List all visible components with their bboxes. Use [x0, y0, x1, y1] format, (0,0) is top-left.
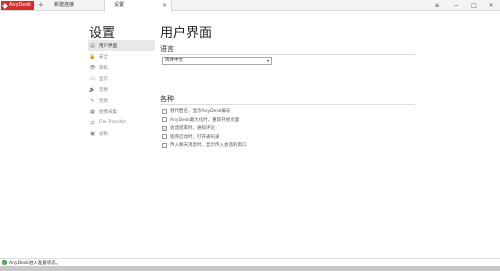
nav-item-label: File Transfer	[99, 120, 127, 125]
divider	[160, 54, 415, 55]
tab-close-icon[interactable]: ×	[162, 0, 167, 11]
nav-item-label: 安全	[99, 54, 108, 60]
taskbar	[0, 266, 500, 271]
nav-item-recording[interactable]: ▣ 录制	[88, 128, 155, 139]
language-select-value: 简体中文	[165, 58, 183, 63]
nav-item-audio[interactable]: 🔊 音频	[88, 84, 155, 95]
list-icon: ▤	[90, 42, 95, 49]
anydesk-logo-icon	[2, 2, 8, 9]
option-show-id[interactable]: 替代匿名，显示AnyDesk编号	[162, 107, 247, 116]
nav-item-file-transfer[interactable]: ⇄ File Transfer	[88, 117, 155, 128]
pencil-icon: ✎	[90, 97, 95, 104]
nav-item-label: 连接	[99, 98, 108, 104]
new-tab-plus-icon[interactable]: +	[38, 0, 44, 11]
options-list: 替代匿名，显示AnyDesk编号 AnyDesk最大化时，重新开始页面 ✓ 会话…	[162, 107, 247, 150]
option-open-addressbook[interactable]: 程序启动时，打开通讯录	[162, 133, 247, 142]
window-close-icon[interactable]: ×	[484, 0, 498, 11]
nav-item-label: 图像采集	[99, 109, 117, 115]
app-name: AnyDesk	[9, 2, 31, 8]
checkbox[interactable]	[162, 142, 167, 148]
record-icon: ▣	[90, 130, 95, 137]
chevron-down-icon: ▾	[266, 58, 269, 63]
status-text: AnyDesk进入准备状态。	[9, 260, 61, 266]
speaker-icon: 🔊	[89, 86, 96, 93]
minimize-icon[interactable]: −	[449, 0, 463, 11]
nav-item-label: 录制	[99, 131, 108, 137]
checkbox[interactable]	[162, 134, 167, 140]
nav-item-user-interface[interactable]: ▤ 用户界面	[88, 40, 155, 51]
app-tab-anydesk[interactable]: AnyDesk	[1, 1, 34, 10]
nav-item-privacy[interactable]: 👁 隐私	[88, 62, 155, 73]
nav-item-label: 用户界面	[99, 43, 117, 49]
title-bar: AnyDesk + 新建连接 设置 × ≡ − □ ×	[0, 0, 500, 12]
option-label: 会话结束时，通知评论	[170, 126, 215, 132]
language-section-label: 语言	[160, 45, 174, 53]
nav-item-image-capture[interactable]: ▦ 图像采集	[88, 106, 155, 117]
option-label: 程序启动时，打开通讯录	[170, 134, 220, 140]
nav-item-display[interactable]: ▭ 显示	[88, 73, 155, 84]
maximize-icon[interactable]: □	[467, 0, 481, 11]
nav-item-label: 隐私	[99, 65, 108, 71]
check-circle-icon: ✓	[2, 260, 7, 265]
option-notify-review[interactable]: ✓ 会话结束时，通知评论	[162, 124, 247, 133]
language-select[interactable]: 简体中文 ▾	[162, 57, 272, 65]
nav-item-security[interactable]: 🔒 安全	[88, 51, 155, 62]
lock-icon: 🔒	[89, 53, 96, 60]
checkbox-checked[interactable]: ✓	[162, 125, 167, 131]
status-bar: ✓ AnyDesk进入准备状态。	[0, 258, 500, 266]
option-restart-page[interactable]: AnyDesk最大化时，重新开始页面	[162, 116, 247, 125]
nav-item-label: 音频	[99, 87, 108, 93]
hamburger-menu-icon[interactable]: ≡	[430, 0, 444, 11]
checkbox[interactable]	[162, 117, 167, 123]
eye-icon: 👁	[89, 64, 96, 71]
option-label: 传入聊天消息时，显示传入会话的窗口	[170, 143, 247, 149]
option-label: AnyDesk最大化时，重新开始页面	[170, 117, 240, 123]
settings-heading: 设置	[89, 26, 116, 41]
option-show-chat-window[interactable]: 传入聊天消息时，显示传入会话的窗口	[162, 141, 247, 150]
grid-icon: ▦	[90, 108, 95, 115]
tab-new-connection[interactable]: 新建连接	[54, 0, 74, 11]
nav-item-connection[interactable]: ✎ 连接	[88, 95, 155, 106]
option-label: 替代匿名，显示AnyDesk编号	[170, 109, 231, 115]
checkbox[interactable]	[162, 108, 167, 114]
settings-nav: ▤ 用户界面 🔒 安全 👁 隐私 ▭ 显示 🔊 音频 ✎ 连接 ▦ 图像采集 ⇄…	[88, 40, 155, 139]
transfer-icon: ⇄	[90, 119, 95, 126]
divider	[160, 104, 415, 105]
nav-item-label: 显示	[99, 76, 108, 82]
page-title: 用户界面	[160, 26, 213, 41]
monitor-icon: ▭	[90, 75, 95, 82]
misc-section-label: 各种	[160, 95, 174, 103]
